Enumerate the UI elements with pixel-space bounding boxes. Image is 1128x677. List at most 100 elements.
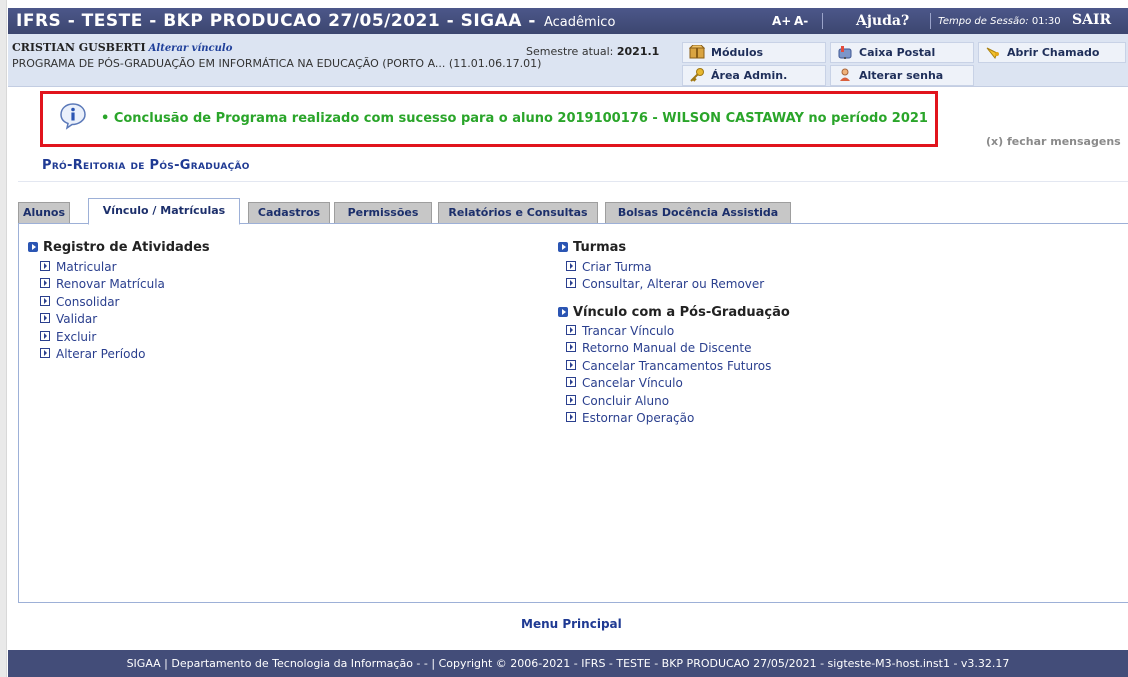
abrir-chamado-label: Abrir Chamado: [1007, 46, 1100, 59]
current-semester: Semestre atual: 2021.1: [526, 45, 659, 58]
group-title-label: Registro de Atividades: [43, 240, 210, 255]
group-title-label: Vínculo com a Pós-Graduação: [573, 305, 790, 320]
menu-item-estornar-operacao[interactable]: Estornar Operação: [566, 411, 694, 425]
menu-item-cancelar-trancamentos[interactable]: Cancelar Trancamentos Futuros: [566, 359, 771, 373]
session-timer: Tempo de Sessão: 01:30: [938, 16, 1061, 27]
megaphone-icon: [986, 47, 999, 59]
arrow-icon: [566, 342, 576, 352]
arrow-icon: [40, 348, 50, 358]
menu-item-label: Renovar Matrícula: [56, 277, 165, 291]
page-title: Pró-Reitoria de Pós-Graduação: [42, 158, 250, 173]
menu-item-label: Trancar Vínculo: [582, 324, 675, 338]
user-name-line: CRISTIAN GUSBERTI Alterar vínculo: [12, 41, 232, 54]
tab-bolsas-docencia[interactable]: Bolsas Docência Assistida: [605, 202, 791, 223]
group-turmas: Turmas: [558, 240, 626, 255]
menu-item-label: Alterar Período: [56, 347, 146, 361]
menu-item-cancelar-vinculo[interactable]: Cancelar Vínculo: [566, 376, 683, 390]
left-border: [0, 0, 7, 677]
system-title: IFRS - TESTE - BKP PRODUCAO 27/05/2021 -…: [16, 11, 536, 31]
divider: [18, 181, 1128, 182]
menu-item-label: Estornar Operação: [582, 411, 695, 425]
success-message-box: • Conclusão de Programa realizado com su…: [40, 91, 938, 147]
arrow-icon: [566, 261, 576, 271]
arrow-icon: [566, 377, 576, 387]
page: IFRS - TESTE - BKP PRODUCAO 27/05/2021 -…: [8, 0, 1128, 677]
menu-item-label: Matricular: [56, 260, 117, 274]
top-bar: IFRS - TESTE - BKP PRODUCAO 27/05/2021 -…: [8, 8, 1128, 34]
alterar-senha-label: Alterar senha: [859, 69, 944, 82]
success-message-text: • Conclusão de Programa realizado com su…: [101, 111, 928, 126]
menu-item-label: Retorno Manual de Discente: [582, 341, 752, 355]
group-title-label: Turmas: [573, 240, 627, 255]
change-link-alterar-vinculo[interactable]: Alterar vínculo: [149, 43, 233, 54]
menu-item-consultar-alterar-remover[interactable]: Consultar, Alterar ou Remover: [566, 277, 764, 291]
semester-label: Semestre atual:: [526, 45, 614, 58]
semester-value: 2021.1: [616, 45, 660, 58]
arrow-icon: [558, 242, 568, 252]
menu-item-label: Validar: [56, 312, 98, 326]
menu-item-trancar-vinculo[interactable]: Trancar Vínculo: [566, 324, 674, 338]
program-name: PROGRAMA DE PÓS-GRADUAÇÃO EM INFORMÁTICA…: [12, 57, 542, 70]
menu-item-label: Concluir Aluno: [582, 394, 670, 408]
logout-button[interactable]: SAIR: [1072, 12, 1111, 28]
user-key-icon: [840, 68, 850, 81]
menu-item-concluir-aluno[interactable]: Concluir Aluno: [566, 394, 669, 408]
menu-item-renovar-matricula[interactable]: Renovar Matrícula: [40, 277, 165, 291]
font-decrease-button[interactable]: A-: [794, 14, 808, 28]
session-time: 01:30: [1031, 16, 1061, 27]
menu-item-label: Cancelar Trancamentos Futuros: [582, 359, 772, 373]
menu-item-consolidar[interactable]: Consolidar: [40, 295, 120, 309]
arrow-icon: [566, 278, 576, 288]
menu-item-matricular[interactable]: Matricular: [40, 260, 117, 274]
arrow-icon: [558, 307, 568, 317]
menu-item-alterar-periodo[interactable]: Alterar Período: [40, 347, 145, 361]
menu-item-excluir[interactable]: Excluir: [40, 330, 96, 344]
divider: [822, 13, 823, 29]
user-name: CRISTIAN GUSBERTI: [12, 41, 146, 54]
modulos-button[interactable]: Módulos: [682, 42, 826, 63]
close-messages-link[interactable]: (x) fechar mensagens: [986, 135, 1121, 148]
arrow-icon: [566, 325, 576, 335]
tab-permissoes[interactable]: Permissões: [334, 202, 432, 223]
arrow-icon: [40, 296, 50, 306]
menu-item-validar[interactable]: Validar: [40, 312, 97, 326]
arrow-icon: [40, 313, 50, 323]
group-vinculo-pos-graduacao: Vínculo com a Pós-Graduação: [558, 305, 790, 320]
modulos-label: Módulos: [711, 46, 764, 59]
caixa-postal-button[interactable]: Caixa Postal: [830, 42, 974, 63]
session-label: Tempo de Sessão:: [938, 16, 1029, 27]
font-increase-button[interactable]: A+: [772, 14, 791, 28]
group-registro-atividades: Registro de Atividades: [28, 240, 210, 255]
info-icon: [60, 103, 86, 130]
tab-alunos[interactable]: Alunos: [18, 202, 70, 223]
footer: SIGAA | Departamento de Tecnologia da In…: [8, 650, 1128, 677]
tab-vinculo-matriculas[interactable]: Vínculo / Matrículas: [88, 198, 240, 225]
menu-item-label: Cancelar Vínculo: [582, 376, 683, 390]
arrow-icon: [566, 360, 576, 370]
mailbox-icon: [838, 46, 852, 59]
menu-item-retorno-manual[interactable]: Retorno Manual de Discente: [566, 341, 751, 355]
tab-cadastros[interactable]: Cadastros: [248, 202, 330, 223]
divider: [930, 13, 931, 29]
menu-item-label: Consultar, Alterar ou Remover: [582, 277, 765, 291]
area-admin-label: Área Admin.: [711, 69, 788, 82]
help-link[interactable]: Ajuda?: [856, 13, 909, 29]
arrow-icon: [566, 395, 576, 405]
module-name: Acadêmico: [544, 15, 616, 30]
menu-item-label: Consolidar: [56, 295, 120, 309]
menu-item-label: Criar Turma: [582, 260, 652, 274]
main-menu-link[interactable]: Menu Principal: [521, 617, 622, 631]
abrir-chamado-button[interactable]: Abrir Chamado: [978, 42, 1126, 63]
package-icon: [689, 45, 705, 59]
caixa-postal-label: Caixa Postal: [859, 46, 936, 59]
key-icon: [690, 68, 704, 82]
arrow-icon: [40, 261, 50, 271]
arrow-icon: [566, 412, 576, 422]
arrow-icon: [28, 242, 38, 252]
menu-item-criar-turma[interactable]: Criar Turma: [566, 260, 652, 274]
arrow-icon: [40, 278, 50, 288]
tab-relatorios-consultas[interactable]: Relatórios e Consultas: [438, 202, 598, 223]
arrow-icon: [40, 331, 50, 341]
area-admin-button[interactable]: Área Admin.: [682, 65, 826, 86]
alterar-senha-button[interactable]: Alterar senha: [830, 65, 974, 86]
